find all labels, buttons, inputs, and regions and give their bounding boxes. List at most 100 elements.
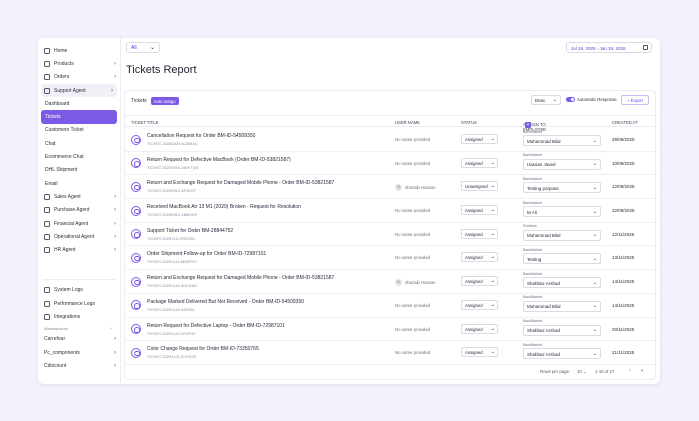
employee-group-label: BackMarket — [523, 200, 542, 205]
status-select[interactable]: Assigned ⌄ — [461, 299, 498, 310]
date-range-picker[interactable]: Jul 19, 2025 - Jan 19, 2026 — [566, 42, 652, 53]
sidebar-item-sales-agent[interactable]: Sales Agent › — [38, 190, 120, 203]
chevron-down-icon: ⌄ — [490, 230, 495, 237]
table-row[interactable]: Return Request for Defective MacBook (Or… — [125, 152, 657, 176]
status-select[interactable]: Assigned ⌄ — [461, 276, 498, 287]
employee-value: Muhammad Bilal — [527, 233, 561, 239]
sidebar-item-chat[interactable]: Chat — [38, 137, 120, 150]
status-select[interactable]: Assigned ⌄ — [461, 228, 498, 239]
auto-assign-badge[interactable]: Auto assign — [150, 97, 179, 105]
sidebar-bottom-nav: System Logs Performance Logs Integrations — [38, 284, 120, 324]
table-row[interactable]: Package Marked Delivered But Not Receive… — [125, 294, 657, 318]
sidebar-item-cdiscount[interactable]: Cdiscount › — [38, 359, 120, 372]
employee-select[interactable]: Shahbaz Arshad ⌄ — [523, 348, 601, 360]
status-select[interactable]: Assigned ⌄ — [461, 347, 498, 358]
next-page-button[interactable]: › — [641, 368, 643, 374]
sidebar-item-operational-agent[interactable]: Operational Agent › — [38, 230, 120, 243]
employee-select[interactable]: Muhammad Bilal ⌄ — [523, 300, 601, 312]
employee-group-label: BackMarket — [523, 247, 542, 252]
export-button[interactable]: + Export — [621, 95, 649, 105]
sidebar-item-support-agent[interactable]: Support Agent › — [41, 83, 117, 98]
status-select[interactable]: Assigned ⌄ — [461, 252, 498, 263]
status-select[interactable]: Assigned ⌄ — [461, 134, 498, 144]
plug-icon — [44, 313, 50, 320]
add-marketplace-icon[interactable]: + — [110, 326, 112, 331]
table-row[interactable]: Return Request for Defective Laptop - Or… — [125, 318, 657, 342]
employee-select[interactable]: Muhammad Bilal ⌄ — [523, 135, 601, 146]
ticket-title[interactable]: Cancellation Request for Order BM-ID-545… — [147, 133, 255, 139]
prev-page-button[interactable]: ‹ — [629, 368, 631, 374]
ticket-title[interactable]: Return and Exchange Request for Damaged … — [147, 180, 334, 186]
employee-select[interactable]: Testing porpose ⌄ — [523, 182, 601, 194]
sidebar-item-products[interactable]: Products › — [38, 57, 120, 70]
table-row[interactable]: Received MacBook Air 13 M1 (2020) Broken… — [125, 199, 657, 223]
sidebar-item-integrations[interactable]: Integrations — [38, 310, 120, 323]
employee-select[interactable]: M Ali ⌄ — [523, 206, 601, 218]
sidebar-item-hr-agent[interactable]: HR Agent › — [38, 243, 120, 256]
filter-select[interactable]: All ⌄ — [126, 42, 160, 53]
chevron-right-icon: › — [114, 60, 116, 67]
employee-select[interactable]: Testing ⌄ — [523, 253, 601, 265]
status-select[interactable]: Assigned ⌄ — [461, 323, 498, 334]
col-user-name: USER NAME — [395, 119, 420, 125]
sidebar-item-home[interactable]: Home — [38, 44, 120, 57]
sidebar-item-label: Performance Logs — [54, 300, 95, 307]
ticket-icon — [131, 347, 141, 358]
ticket-title[interactable]: Received MacBook Air 13 M1 (2020) Broken… — [147, 204, 301, 210]
sidebar-item-performance-logs[interactable]: Performance Logs — [38, 297, 120, 310]
sidebar-item-label: Cdiscount — [44, 362, 67, 369]
ticket-title[interactable]: Color Change Request for Order BM-ID-733… — [147, 346, 259, 352]
employee-select[interactable]: Hassan Javed ⌄ — [523, 158, 601, 170]
employee-select[interactable]: Shahbaz Arshad ⌄ — [523, 324, 601, 336]
table-row[interactable]: Return and Exchange Request for Damaged … — [125, 175, 657, 200]
table-row[interactable]: Color Change Request for Order BM-ID-733… — [125, 341, 657, 365]
people-icon — [44, 247, 50, 254]
table-row[interactable]: Support Ticket for Order BM-28844752 TICK… — [125, 223, 657, 247]
sidebar-item-tickets[interactable]: Tickets — [41, 110, 117, 124]
ticket-id: TICKET-20250922-188KWX — [147, 212, 198, 218]
chart-icon — [44, 300, 50, 307]
chevron-down-icon: ⌄ — [490, 349, 495, 356]
status-select[interactable]: Unassigned ⌄ — [461, 181, 498, 192]
sidebar-item-ecommerce-chat[interactable]: Ecommerce Chat — [38, 150, 120, 163]
sort-select[interactable]: Desc ⌄ — [531, 95, 561, 105]
ticket-id: TICKET-20251112-RZ2X0L — [147, 235, 196, 241]
sidebar-item-email[interactable]: Email — [38, 177, 120, 190]
sidebar-item-label: DHL Shipment — [45, 167, 78, 174]
sidebar-item-label: Carrefour — [44, 336, 66, 343]
ticket-title[interactable]: Order Shipment Follow-up for Order BM-ID… — [147, 251, 266, 257]
sidebar-item-carrefour[interactable]: Carrefour › — [38, 333, 120, 346]
status-value: Assigned — [465, 137, 483, 142]
sidebar-item-customers-ticket[interactable]: Customers Ticket — [38, 124, 120, 137]
created-date: 20/11/2025 — [612, 326, 635, 332]
table-row[interactable]: Return and Exchange Request for Damaged … — [125, 270, 657, 294]
rows-per-page-select[interactable]: 10 ⌄ — [577, 369, 587, 375]
ticket-title[interactable]: Return and Exchange Request for Damaged … — [147, 275, 334, 281]
sidebar-item-pc-components[interactable]: Pc_components › — [38, 346, 120, 359]
sidebar-item-system-logs[interactable]: System Logs — [38, 284, 120, 297]
status-select[interactable]: Assigned ⌄ — [461, 157, 498, 168]
sidebar-item-financial-agent[interactable]: Financial Agent › — [38, 217, 120, 230]
automatic-response-toggle[interactable] — [566, 97, 575, 102]
sidebar-item-purchase-agent[interactable]: Purchase Agent › — [38, 204, 120, 217]
ticket-title[interactable]: Return Request for Defective MacBook (Or… — [147, 157, 291, 163]
sidebar-item-label: Tickets — [45, 114, 61, 121]
sidebar-item-dhl-shipment[interactable]: DHL Shipment — [38, 164, 120, 177]
ticket-icon — [131, 300, 141, 311]
assign-add-icon[interactable]: + — [525, 121, 531, 128]
ticket-title[interactable]: Package Marked Delivered But Not Receive… — [147, 299, 304, 305]
page-title: Tickets Report — [126, 64, 197, 76]
table-row[interactable]: Cancellation Request for Order BM-ID-545… — [125, 128, 657, 152]
employee-select[interactable]: Muhammad Bilal ⌄ — [523, 229, 601, 241]
rows-per-page-value: 10 — [577, 369, 582, 374]
employee-select[interactable]: Shahbaz Arshad ⌄ — [523, 277, 601, 289]
sidebar-item-label: Products — [54, 60, 74, 67]
sales-icon — [44, 193, 50, 200]
ticket-title[interactable]: Support Ticket for Order BM-28844752 — [147, 228, 233, 234]
sidebar-item-dashboard[interactable]: Dashboard — [38, 97, 120, 110]
ticket-title[interactable]: Return Request for Defective Laptop - Or… — [147, 323, 285, 329]
sidebar-item-orders[interactable]: Orders › — [38, 71, 120, 84]
status-select[interactable]: Assigned ⌄ — [461, 205, 498, 216]
table-row[interactable]: Order Shipment Follow-up for Order BM-ID… — [125, 246, 657, 271]
employee-value: Testing — [527, 256, 542, 262]
